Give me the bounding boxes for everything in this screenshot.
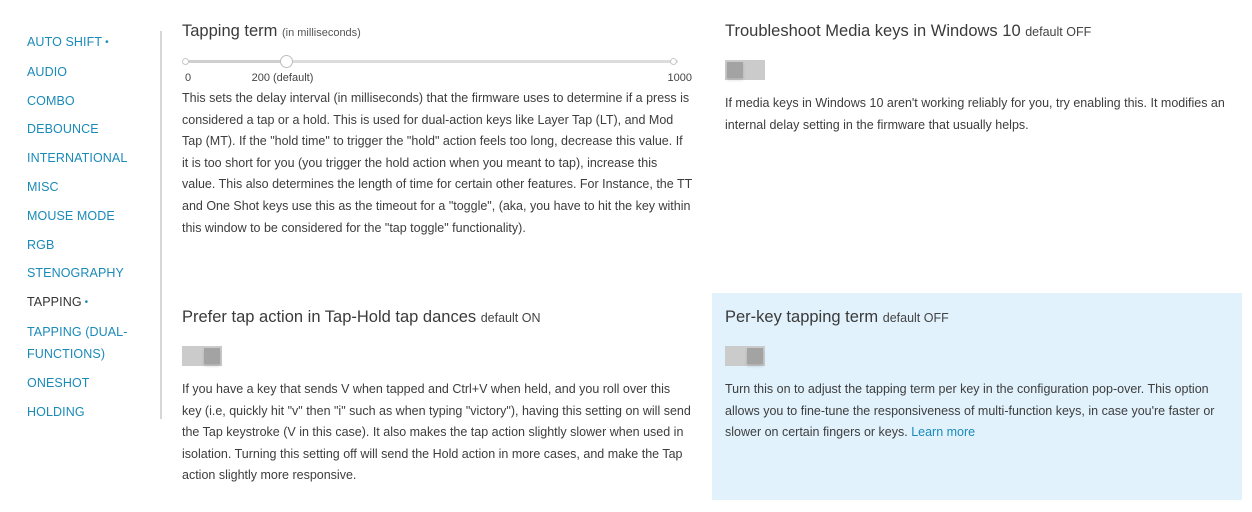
prefer-tap-title: Prefer tap action in Tap-Hold tap dances… bbox=[182, 306, 692, 329]
per-key-description: Turn this on to adjust the tapping term … bbox=[725, 379, 1230, 444]
toggle-knob bbox=[204, 348, 220, 364]
per-key-tapping-term-panel: Per-key tapping term default OFF Turn th… bbox=[725, 306, 1230, 444]
tapping-term-title: Tapping term (in milliseconds) bbox=[182, 20, 692, 44]
tapping-term-description: This sets the delay interval (in millise… bbox=[182, 91, 692, 235]
modified-dot-icon: • bbox=[84, 297, 89, 309]
sidebar-item-label: DEBOUNCE bbox=[27, 122, 99, 137]
sidebar-item-auto-shift[interactable]: AUTO SHIFT • bbox=[27, 31, 160, 54]
sidebar-item-misc[interactable]: MISC bbox=[27, 176, 160, 198]
sidebar-item-label: COMBO bbox=[27, 93, 75, 108]
sidebar-item-label: RGB bbox=[27, 237, 55, 252]
sidebar-item-label: AUTO SHIFT bbox=[27, 35, 103, 49]
sidebar-item-international[interactable]: INTERNATIONAL bbox=[27, 147, 160, 169]
toggle-knob bbox=[727, 62, 743, 78]
slider-max-label: 1000 bbox=[667, 72, 692, 84]
prefer-tap-default-label: default ON bbox=[480, 311, 541, 325]
per-key-default-label: default OFF bbox=[882, 311, 949, 325]
sidebar-item-audio[interactable]: AUDIO bbox=[27, 61, 160, 83]
sidebar-item-tapping[interactable]: TAPPING • bbox=[27, 291, 160, 314]
per-key-title: Per-key tapping term default OFF bbox=[725, 306, 1230, 329]
tapping-term-title-text: Tapping term bbox=[182, 22, 278, 40]
sidebar-item-rgb[interactable]: RGB bbox=[27, 234, 160, 256]
sidebar-item-label: MISC bbox=[27, 179, 59, 194]
sidebar-item-label: INTERNATIONAL bbox=[27, 151, 128, 166]
troubleshoot-title-text: Troubleshoot Media keys in Windows 10 bbox=[725, 22, 1021, 40]
prefer-tap-description: If you have a key that sends V when tapp… bbox=[182, 382, 691, 483]
troubleshoot-toggle[interactable] bbox=[725, 60, 765, 80]
slider-labels: 0 200 (default) 1000 bbox=[182, 72, 692, 88]
sidebar-item-label: ONESHOT bbox=[27, 375, 90, 390]
tapping-term-slider[interactable] bbox=[182, 50, 678, 72]
toggle-knob bbox=[747, 348, 763, 364]
slider-min-label: 0 bbox=[185, 72, 192, 84]
sidebar-item-debounce[interactable]: DEBOUNCE bbox=[27, 118, 160, 140]
prefer-tap-toggle[interactable] bbox=[182, 346, 222, 366]
slider-thumb[interactable] bbox=[279, 55, 293, 68]
tapping-term-hint: (in milliseconds) bbox=[281, 27, 361, 39]
prefer-tap-panel: Prefer tap action in Tap-Hold tap dances… bbox=[182, 306, 692, 487]
modified-dot-icon: • bbox=[105, 37, 109, 48]
troubleshoot-description: If media keys in Windows 10 aren't worki… bbox=[725, 96, 1225, 132]
per-key-toggle[interactable] bbox=[725, 346, 765, 366]
sidebar-item-label: TAPPING (DUAL-FUNCTIONS) bbox=[27, 324, 128, 361]
sidebar-item-combo[interactable]: COMBO bbox=[27, 90, 160, 112]
slider-fill bbox=[188, 60, 283, 63]
per-key-title-text: Per-key tapping term bbox=[725, 308, 879, 326]
sidebar-item-label: HOLDING bbox=[27, 404, 85, 419]
learn-more-link[interactable]: Learn more bbox=[911, 425, 975, 439]
sidebar-item-mouse-mode[interactable]: MOUSE MODE bbox=[27, 205, 160, 227]
slider-min-marker bbox=[182, 58, 189, 65]
sidebar-item-holding[interactable]: HOLDING bbox=[27, 401, 160, 423]
sidebar-list: AUTO SHIFT • AUDIO COMBO DEBOUNCE INTERNATION… bbox=[27, 31, 160, 423]
settings-sidebar: AUTO SHIFT • AUDIO COMBO DEBOUNCE INTERNATION… bbox=[27, 31, 162, 419]
sidebar-item-label: STENOGRAPHY bbox=[27, 266, 124, 281]
troubleshoot-media-keys-panel: Troubleshoot Media keys in Windows 10 de… bbox=[725, 20, 1235, 136]
troubleshoot-title: Troubleshoot Media keys in Windows 10 de… bbox=[725, 20, 1235, 43]
sidebar-item-label: TAPPING bbox=[27, 295, 82, 310]
sidebar-item-oneshot[interactable]: ONESHOT bbox=[27, 372, 160, 394]
troubleshoot-default-label: default OFF bbox=[1025, 25, 1092, 39]
slider-default-label: 200 (default) bbox=[251, 72, 314, 84]
sidebar-item-stenography[interactable]: STENOGRAPHY bbox=[27, 262, 160, 284]
sidebar-item-label: MOUSE MODE bbox=[27, 208, 115, 223]
prefer-tap-title-text: Prefer tap action in Tap-Hold tap dances bbox=[182, 308, 477, 326]
sidebar-item-label: AUDIO bbox=[27, 64, 68, 79]
slider-max-marker bbox=[670, 58, 677, 65]
sidebar-item-tapping-dual-functions[interactable]: TAPPING (DUAL-FUNCTIONS) bbox=[27, 321, 160, 365]
tapping-term-panel: Tapping term (in milliseconds) 0 200 (de… bbox=[182, 20, 692, 239]
